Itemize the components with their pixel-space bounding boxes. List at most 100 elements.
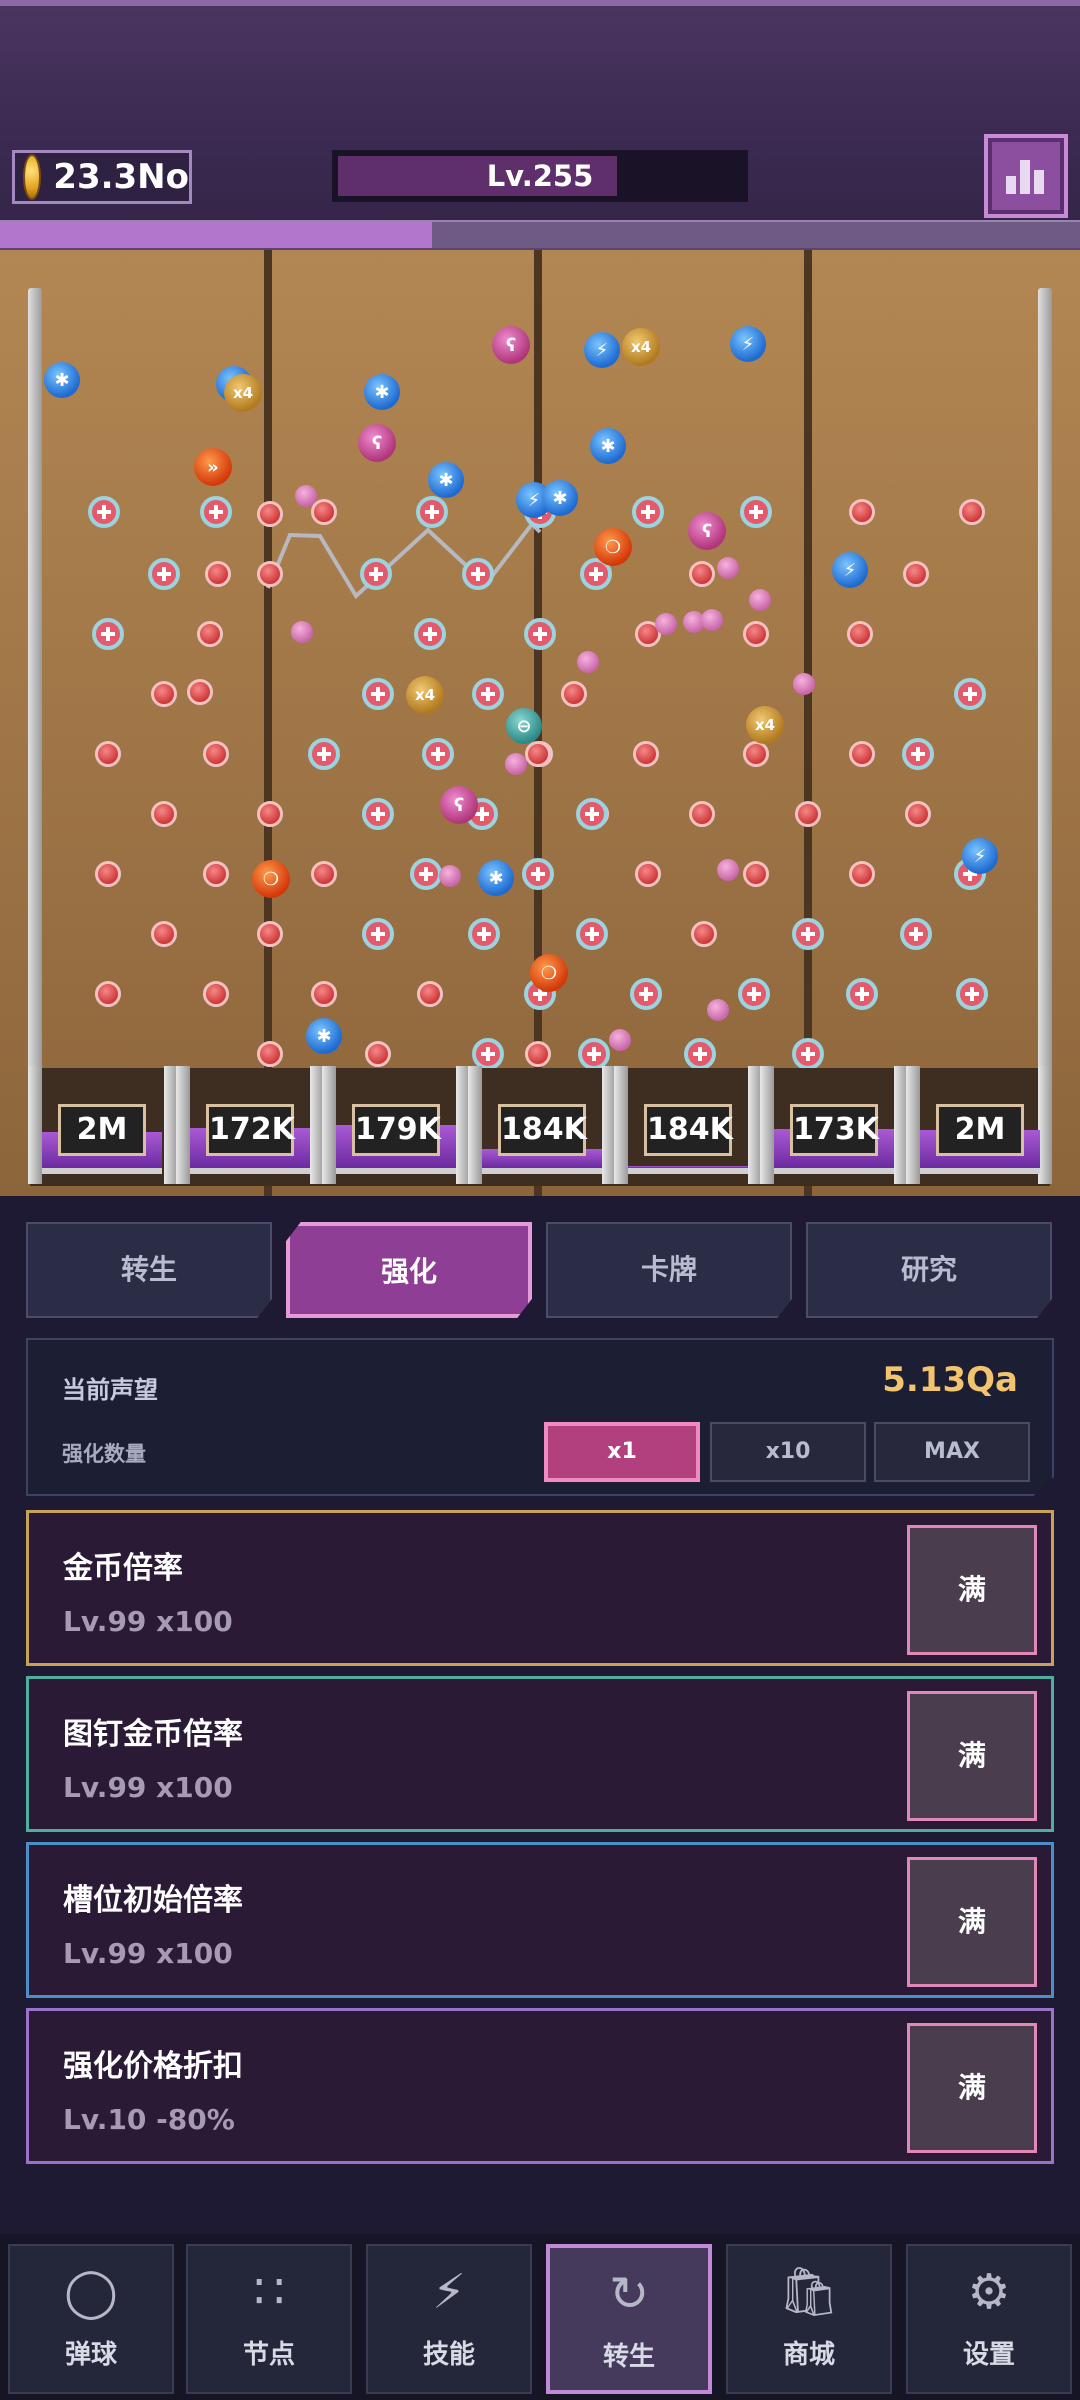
plus-peg <box>362 918 394 950</box>
upgrade-maxed-button[interactable]: 满 <box>907 1691 1037 1821</box>
plus-peg <box>792 918 824 950</box>
multiplier-ball: x4 <box>406 676 444 714</box>
tab-bar: 转生 强化 卡牌 研究 <box>26 1222 1054 1322</box>
red-peg <box>525 1041 551 1067</box>
red-peg <box>689 801 715 827</box>
gear-icon: ⚙ <box>967 2264 1011 2320</box>
red-peg <box>151 801 177 827</box>
slot-divider <box>176 1066 190 1184</box>
plus-peg <box>522 858 554 890</box>
qty-x1-button[interactable]: x1 <box>544 1422 700 1482</box>
lightning-ball: ⚡ <box>962 838 998 874</box>
plus-peg <box>416 496 448 528</box>
plus-peg <box>410 858 442 890</box>
red-peg <box>197 621 223 647</box>
red-peg <box>903 561 929 587</box>
tab-research[interactable]: 研究 <box>806 1222 1052 1318</box>
slot-value: 173K <box>790 1104 879 1156</box>
plus-peg <box>308 738 340 770</box>
reputation-panel: 当前声望 5.13Qa 强化数量 x1 x10 MAX <box>26 1338 1054 1496</box>
ice-ball: ✱ <box>542 480 578 516</box>
upgrade-maxed-button[interactable]: 满 <box>907 1857 1037 1987</box>
stats-button[interactable] <box>984 134 1068 218</box>
upgrade-title: 槽位初始倍率 <box>63 1883 243 1918</box>
nav-label: 技能 <box>422 2340 475 2370</box>
tab-upgrade[interactable]: 强化 <box>286 1222 532 1318</box>
nav-rebirth[interactable]: ↻ 转生 <box>546 2244 712 2394</box>
plus-peg <box>902 738 934 770</box>
fire-ball: ❍ <box>594 528 632 566</box>
small-ball <box>291 621 313 643</box>
upgrade-stats: Lv.99 x100 <box>63 1937 233 1970</box>
plus-peg <box>524 618 556 650</box>
top-bar: 23.3No Lv.255 <box>0 0 1080 222</box>
stage-progress-bar <box>0 220 1080 250</box>
small-ball <box>717 557 739 579</box>
small-ball <box>577 651 599 673</box>
plus-peg <box>422 738 454 770</box>
small-ball <box>701 609 723 631</box>
upgrade-maxed-button[interactable]: 满 <box>907 1525 1037 1655</box>
hook-ball: ʕ <box>440 786 478 824</box>
red-peg <box>311 499 337 525</box>
plus-peg <box>740 496 772 528</box>
red-peg <box>257 801 283 827</box>
hook-ball: ʕ <box>358 424 396 462</box>
ice-ball: ✱ <box>306 1018 342 1054</box>
upgrade-level: Lv.99 <box>63 1771 147 1804</box>
red-peg <box>417 981 443 1007</box>
tab-cards[interactable]: 卡牌 <box>546 1222 792 1318</box>
nav-nodes[interactable]: ∷ 节点 <box>186 2244 352 2394</box>
plus-peg <box>900 918 932 950</box>
upgrade-card-slot-initial-multiplier: 槽位初始倍率 Lv.99 x100 满 <box>26 1842 1054 1998</box>
ice-ball: ✱ <box>364 374 400 410</box>
plus-peg <box>956 978 988 1010</box>
plus-peg <box>632 496 664 528</box>
coin-icon <box>25 156 40 198</box>
nav-label: 设置 <box>962 2340 1015 2370</box>
red-peg <box>95 741 121 767</box>
nav-settings[interactable]: ⚙ 设置 <box>906 2244 1072 2394</box>
shop-bag-icon: 🛍 <box>778 2264 840 2320</box>
lightning-ball: ⚡ <box>584 332 620 368</box>
slot-value: 172K <box>206 1104 295 1156</box>
red-peg <box>95 981 121 1007</box>
upgrade-stats: Lv.99 x100 <box>63 1771 233 1804</box>
nodes-icon: ∷ <box>253 2264 285 2320</box>
nav-shop[interactable]: 🛍 商城 <box>726 2244 892 2394</box>
upgrade-title: 图钉金币倍率 <box>63 1717 243 1752</box>
red-peg <box>203 981 229 1007</box>
slot-divider <box>1038 1066 1052 1184</box>
red-peg <box>743 621 769 647</box>
nav-label: 商城 <box>782 2340 835 2370</box>
pinball-board[interactable]: ✱⚡x4✱ʕ⚡x4⚡»ʕ✱✱⚡✱❍ʕ⚡x4⊖x4ʕ❍✱⚡❍✱⚡ 2M172K17… <box>0 250 1080 1196</box>
nav-pinball[interactable]: ◯ 弹球 <box>8 2244 174 2394</box>
upgrade-quantity-label: 强化数量 <box>62 1442 146 1466</box>
nav-skills[interactable]: ⚡ 技能 <box>366 2244 532 2394</box>
red-peg <box>691 921 717 947</box>
upgrade-title: 强化价格折扣 <box>63 2049 243 2084</box>
tab-rebirth[interactable]: 转生 <box>26 1222 272 1318</box>
slot-value: 2M <box>936 1104 1024 1156</box>
slot-value: 2M <box>58 1104 146 1156</box>
qty-x10-button[interactable]: x10 <box>710 1422 866 1482</box>
shield-ball: ⊖ <box>506 708 542 744</box>
plus-peg <box>362 798 394 830</box>
small-ball <box>609 1029 631 1051</box>
red-peg <box>257 1041 283 1067</box>
plus-peg <box>468 918 500 950</box>
ice-ball: ✱ <box>44 362 80 398</box>
qty-max-button[interactable]: MAX <box>874 1422 1030 1482</box>
red-peg <box>187 679 213 705</box>
upgrade-effect: x100 <box>156 1605 233 1638</box>
slot-divider <box>28 1066 42 1184</box>
red-peg <box>959 499 985 525</box>
red-peg <box>849 861 875 887</box>
reputation-value: 5.13Qa <box>882 1360 1018 1400</box>
plus-peg <box>148 558 180 590</box>
upgrade-maxed-button[interactable]: 满 <box>907 2023 1037 2153</box>
multiplier-ball: x4 <box>224 374 262 412</box>
level-label: Lv.255 <box>486 159 594 193</box>
red-peg <box>257 501 283 527</box>
lightning-ball: ⚡ <box>730 326 766 362</box>
